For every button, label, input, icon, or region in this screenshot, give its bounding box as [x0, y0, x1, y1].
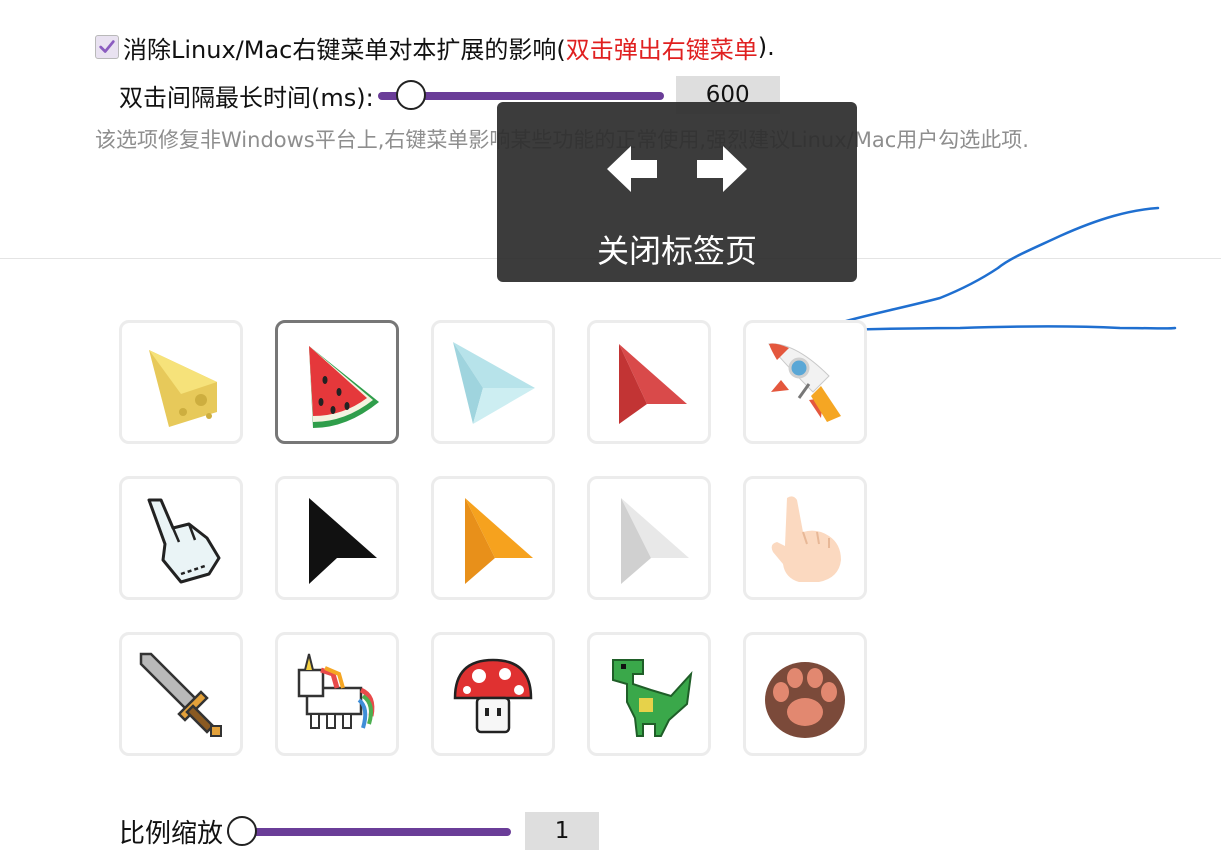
rightclick-fix-row: 消除Linux/Mac右键菜单对本扩展的影响(双击弹出右键菜单). — [95, 32, 775, 64]
paper-plane-icon — [453, 342, 535, 424]
scale-value: 1 — [525, 812, 600, 850]
pixel-unicorn-icon — [297, 653, 375, 729]
white-arrow-icon — [621, 498, 689, 584]
cheese-icon — [149, 350, 217, 427]
cursor-option-paw[interactable] — [743, 632, 867, 756]
cursor-option-pixel-dinosaur[interactable] — [587, 632, 711, 756]
cursor-option-pixel-hand[interactable] — [119, 476, 243, 600]
right-arrow-icon — [697, 146, 747, 192]
pixel-dinosaur-icon — [612, 659, 693, 737]
orange-arrow-icon — [465, 498, 533, 584]
black-arrow-icon — [309, 498, 377, 584]
options-page: 消除Linux/Mac右键菜单对本扩展的影响(双击弹出右键菜单). 双击间隔最长… — [0, 0, 1221, 865]
cursor-option-rocket[interactable] — [743, 320, 867, 444]
cursor-option-watermelon[interactable] — [275, 320, 399, 444]
left-arrow-icon — [607, 146, 657, 192]
pixel-sword-icon — [139, 652, 222, 737]
slider-track — [227, 828, 512, 836]
scale-slider[interactable] — [227, 814, 512, 848]
slider-thumb[interactable] — [395, 80, 426, 110]
scale-row: 比例缩放 1 — [119, 812, 600, 850]
scale-label: 比例缩放 — [119, 818, 224, 849]
gesture-popup: 关闭标签页 — [497, 102, 857, 282]
double-click-interval-label: 双击间隔最长时间(ms): — [119, 83, 374, 112]
cursor-option-pixel-mushroom[interactable] — [431, 632, 555, 756]
cursor-option-red-arrow[interactable] — [587, 320, 711, 444]
cursor-option-black-arrow[interactable] — [275, 476, 399, 600]
checkmark-icon — [99, 40, 115, 53]
watermelon-icon — [309, 346, 379, 428]
rightclick-fix-label: 消除Linux/Mac右键菜单对本扩展的影响( — [123, 35, 566, 64]
rightclick-fix-label-end: ). — [757, 33, 775, 61]
red-arrow-icon — [619, 344, 687, 424]
rightclick-fix-highlight: 双击弹出右键菜单 — [565, 35, 758, 64]
cursor-option-pixel-sword[interactable] — [119, 632, 243, 756]
cursor-grid — [119, 320, 867, 756]
cursor-option-pointing-hand[interactable] — [743, 476, 867, 600]
gesture-action-label: 关闭标签页 — [596, 232, 757, 270]
cursor-option-paper-plane[interactable] — [431, 320, 555, 444]
rocket-icon — [768, 343, 841, 422]
pointing-hand-icon — [771, 496, 841, 582]
cursor-option-orange-arrow[interactable] — [431, 476, 555, 600]
rightclick-fix-checkbox[interactable] — [95, 35, 119, 59]
cursor-option-cheese[interactable] — [119, 320, 243, 444]
gesture-arrows — [497, 140, 857, 198]
cursor-option-white-arrow[interactable] — [587, 476, 711, 600]
cursor-option-pixel-unicorn[interactable] — [275, 632, 399, 756]
pixel-hand-icon — [147, 498, 221, 584]
slider-thumb[interactable] — [227, 816, 258, 846]
pixel-mushroom-icon — [453, 658, 533, 734]
paw-icon — [765, 662, 845, 738]
